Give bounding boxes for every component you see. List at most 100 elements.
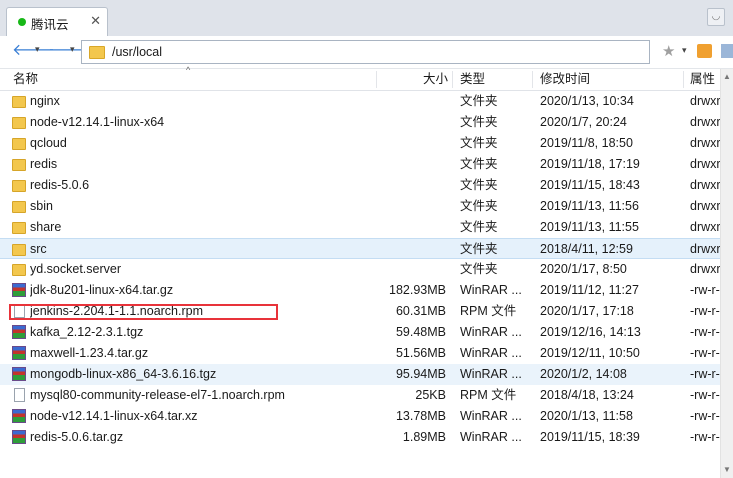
file-attributes: drwxr	[690, 220, 720, 234]
file-type: WinRAR ...	[460, 346, 522, 360]
folder-row[interactable]: yd.socket.server 文件夹 2020/1/17, 8:50 drwxr	[0, 259, 720, 280]
folder-row[interactable]: qcloud 文件夹 2019/11/8, 18:50 drwxr	[0, 133, 720, 154]
folder-row[interactable]: share 文件夹 2019/11/13, 11:55 drwxr	[0, 217, 720, 238]
folder-icon	[12, 201, 26, 213]
file-row[interactable]: mongodb-linux-x86_64-3.6.16.tgz 95.94MB Wi…	[0, 364, 720, 385]
file-type: WinRAR ...	[460, 430, 522, 444]
file-name: sbin	[30, 199, 53, 213]
file-attributes: drwxr	[690, 178, 720, 192]
file-name: node-v12.14.1-linux-x64	[30, 115, 165, 129]
address-path: /usr/local	[112, 45, 163, 59]
folder-row[interactable]: redis 文件夹 2019/11/18, 17:19 drwxr	[0, 154, 720, 175]
folder-row[interactable]: node-v12.14.1-linux-x64 文件夹 2020/1/7, 20:2…	[0, 112, 720, 133]
file-name: share	[30, 220, 62, 234]
file-name: qcloud	[30, 136, 67, 150]
folder-row[interactable]: src 文件夹 2018/4/11, 12:59 drwxr	[0, 238, 720, 259]
file-attributes: drwxr	[690, 157, 720, 171]
file-type: 文件夹	[460, 220, 498, 234]
close-tab-icon[interactable]: ✕	[90, 13, 101, 29]
archive-icon	[12, 409, 26, 423]
address-bar[interactable]: /usr/local	[81, 40, 650, 64]
forward-history-dropdown-icon[interactable]: ▾	[70, 44, 75, 55]
file-modified: 2019/11/13, 11:56	[540, 199, 639, 213]
file-name: redis	[30, 157, 58, 171]
folder-row[interactable]: nginx 文件夹 2020/1/13, 10:34 drwxr	[0, 91, 720, 112]
file-type: 文件夹	[460, 178, 498, 192]
file-name: yd.socket.server	[30, 262, 122, 276]
file-row[interactable]: node-v12.14.1-linux-x64.tar.xz 13.78MB Win…	[0, 406, 720, 427]
scroll-down-icon[interactable]: ▼	[723, 465, 731, 474]
file-size	[380, 217, 446, 238]
file-modified: 2019/11/18, 17:19	[540, 157, 640, 171]
file-row[interactable]: maxwell-1.23.4.tar.gz 51.56MB WinRAR ... 20…	[0, 343, 720, 364]
file-size	[380, 112, 446, 133]
file-size: 95.94MB	[395, 367, 446, 381]
file-attributes: -rw-r-	[690, 346, 720, 360]
file-modified: 2020/1/17, 8:50	[540, 262, 627, 276]
archive-icon	[12, 346, 26, 360]
file-size: 60.31MB	[395, 304, 446, 318]
file-size	[380, 259, 446, 280]
file-attributes: drwxr	[690, 199, 720, 213]
file-type: 文件夹	[460, 199, 498, 213]
column-size[interactable]: 大小	[380, 69, 448, 90]
folder-icon	[12, 117, 26, 129]
file-modified: 2018/4/18, 13:24	[540, 388, 634, 402]
file-name: maxwell-1.23.4.tar.gz	[30, 346, 149, 360]
home-icon[interactable]	[697, 44, 712, 58]
file-size: 25KB	[415, 388, 446, 402]
file-type: RPM 文件	[460, 304, 517, 318]
back-history-dropdown-icon[interactable]: ▾	[35, 44, 40, 55]
navigation-bar: 🡐 ▾ 🡒 ▾ /usr/local ★ ▾	[0, 36, 733, 69]
file-row[interactable]: kafka_2.12-2.3.1.tgz 59.48MB WinRAR ... 201…	[0, 322, 720, 343]
file-attributes: -rw-r-	[690, 367, 720, 381]
column-type[interactable]: 类型	[460, 69, 485, 90]
column-modified[interactable]: 修改时间	[540, 69, 590, 90]
file-type: 文件夹	[460, 94, 498, 108]
file-type: 文件夹	[460, 136, 498, 150]
column-name[interactable]: 名称	[13, 69, 38, 90]
file-type: 文件夹	[460, 115, 498, 129]
vertical-scrollbar[interactable]: ▲ ▼	[720, 69, 733, 478]
file-row[interactable]: mysql80-community-release-el7-1.noarch.r…	[0, 385, 720, 406]
file-name: mysql80-community-release-el7-1.noarch.r…	[30, 388, 285, 402]
sort-ascending-icon: ^	[186, 65, 191, 75]
archive-icon	[12, 367, 26, 381]
file-modified: 2019/11/15, 18:39	[540, 430, 640, 444]
folder-icon	[12, 96, 26, 108]
column-header: ^ 名称 大小 类型 修改时间 属性	[0, 65, 733, 91]
file-attributes: drwxr	[690, 115, 720, 129]
file-size	[380, 196, 446, 217]
file-modified: 2019/11/13, 11:55	[540, 220, 639, 234]
folder-row[interactable]: redis-5.0.6 文件夹 2019/11/15, 18:43 drwxr	[0, 175, 720, 196]
file-type: 文件夹	[460, 157, 498, 171]
bookmark-dropdown-icon[interactable]: ▾	[682, 45, 687, 56]
file-name: jdk-8u201-linux-x64.tar.gz	[30, 283, 174, 297]
more-options-icon[interactable]	[721, 44, 733, 58]
file-size	[380, 154, 446, 175]
file-name: mongodb-linux-x86_64-3.6.16.tgz	[30, 367, 217, 381]
file-size	[380, 133, 446, 154]
tab-tencent-cloud[interactable]: 腾讯云 ✕	[6, 7, 108, 36]
file-attributes: -rw-r-	[690, 409, 720, 423]
scroll-up-icon[interactable]: ▲	[723, 72, 731, 81]
connection-status-icon	[18, 18, 26, 26]
archive-icon	[12, 430, 26, 444]
file-attributes: -rw-r-	[690, 388, 720, 402]
file-name: kafka_2.12-2.3.1.tgz	[30, 325, 144, 339]
bookmark-star-icon[interactable]: ★	[662, 42, 675, 60]
folder-icon	[12, 222, 26, 234]
file-size	[380, 91, 446, 112]
file-size: 59.48MB	[395, 325, 446, 339]
file-modified: 2020/1/2, 14:08	[540, 367, 627, 381]
folder-icon	[12, 264, 26, 276]
folder-icon	[12, 244, 26, 256]
file-modified: 2018/4/11, 12:59	[540, 242, 633, 256]
file-row[interactable]: redis-5.0.6.tar.gz 1.89MB WinRAR ... 2019/1…	[0, 427, 720, 448]
file-row[interactable]: jdk-8u201-linux-x64.tar.gz 182.93MB WinRAR…	[0, 280, 720, 301]
file-size	[380, 239, 446, 260]
folder-row[interactable]: sbin 文件夹 2019/11/13, 11:56 drwxr	[0, 196, 720, 217]
annotation-highlight-box	[9, 304, 278, 320]
column-attributes[interactable]: 属性	[690, 69, 715, 90]
window-menu-button[interactable]: ◡	[707, 8, 725, 26]
